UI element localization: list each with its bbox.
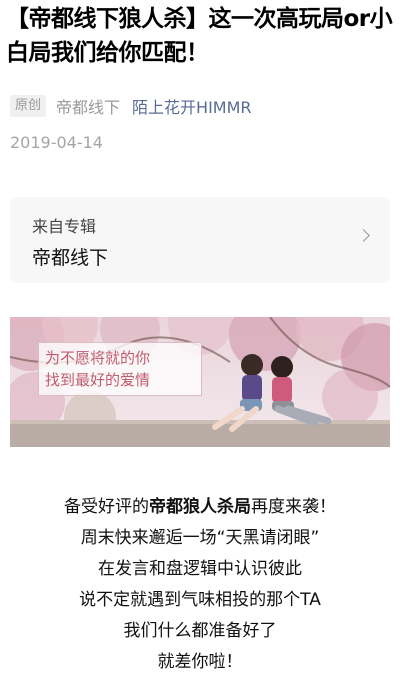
original-badge: 原创: [10, 95, 47, 117]
body-line-3: 在发言和盘逻辑中认识彼此: [98, 559, 302, 579]
banner-caption: 为不愿将就的你 找到最好的爱情: [38, 342, 202, 396]
article-meta: 原创 帝都线下 陌上花开HIMMR: [10, 93, 252, 119]
album-name: 帝都线下: [32, 247, 109, 269]
article-body: 备受好评的帝都狼人杀局再度来袭！ 周末快来邂逅一场“天黑请闭眼” 在发言和盘逻辑…: [0, 492, 400, 678]
body-line-1-post: 再度来袭！: [251, 497, 336, 517]
body-line-4: 说不定就遇到气味相投的那个TA: [79, 590, 321, 610]
album-card[interactable]: 来自专辑 帝都线下: [10, 197, 390, 283]
chevron-right-icon: [357, 229, 370, 242]
body-line-1-pre: 备受好评的: [64, 497, 149, 517]
banner-caption-line2: 找到最好的爱情: [45, 371, 151, 389]
body-line-5: 我们什么都准备好了: [123, 621, 277, 641]
body-line-1: 备受好评的帝都狼人杀局再度来袭！: [0, 492, 400, 523]
article-title: 【帝都线下狼人杀】这一次高玩局or小白局我们给你匹配！: [6, 6, 393, 66]
source-name: 帝都线下: [56, 98, 121, 117]
publish-date: 2019-04-14: [10, 133, 103, 152]
body-line-2: 周末快来邂逅一场“天黑请闭眼”: [80, 528, 320, 548]
body-line-6: 就差你啦！: [157, 652, 243, 672]
album-label: 来自专辑: [32, 217, 97, 236]
banner-image: 为不愿将就的你 找到最好的爱情: [10, 317, 390, 447]
banner-caption-line1: 为不愿将就的你: [45, 349, 151, 367]
author-link[interactable]: 陌上花开HIMMR: [132, 94, 251, 118]
body-line-1-bold: 帝都狼人杀局: [149, 497, 251, 517]
